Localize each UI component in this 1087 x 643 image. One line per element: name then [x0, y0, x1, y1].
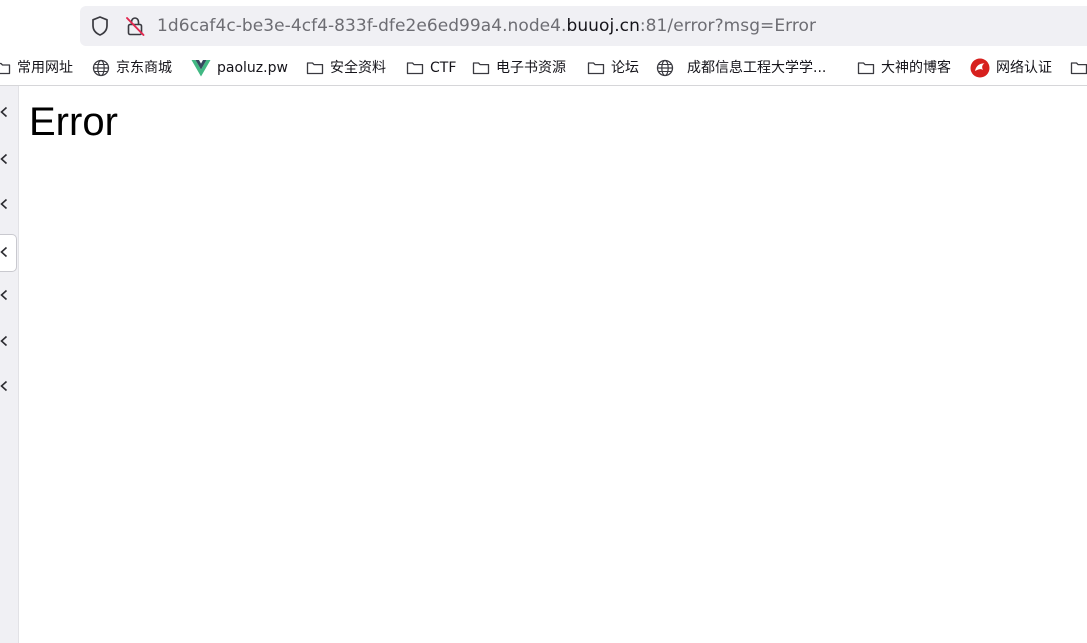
bookmark-label: 常用网址	[17, 60, 73, 76]
bookmark-folder-ctf[interactable]: CTF	[406, 57, 456, 79]
url-domain: buuoj.cn	[566, 16, 640, 36]
folder-icon	[306, 62, 324, 75]
error-heading: Error	[29, 100, 118, 144]
chevron-left-icon	[0, 153, 8, 165]
chevron-left-icon	[0, 246, 8, 258]
folder-icon	[0, 62, 11, 75]
chevron-left-icon	[0, 289, 8, 301]
browser-window: 1d6caf4c-be3e-4cf4-833f-dfe2e6ed99a4.nod…	[0, 0, 1087, 643]
folder-icon	[857, 62, 875, 75]
folder-icon	[406, 62, 424, 75]
bookmark-folder-overflow[interactable]	[1070, 57, 1087, 79]
bookmark-label: 大神的博客	[881, 60, 951, 76]
folder-icon	[1070, 62, 1087, 75]
sidebar-item-6[interactable]	[0, 374, 18, 398]
bookmark-label: 安全资料	[330, 60, 386, 76]
bookmark-paoluz[interactable]: paoluz.pw	[191, 57, 288, 79]
address-bar[interactable]: 1d6caf4c-be3e-4cf4-833f-dfe2e6ed99a4.nod…	[80, 6, 1087, 46]
collapsed-sidebar	[0, 86, 19, 643]
bookmark-label: 电子书资源	[496, 60, 566, 76]
page-content: Error	[19, 86, 1087, 643]
bookmark-jd-mall[interactable]: 京东商城	[92, 57, 172, 79]
bookmark-label: 论坛	[611, 60, 639, 76]
bookmark-label: paoluz.pw	[217, 60, 288, 76]
bookmark-folder-expert-blogs[interactable]: 大神的博客	[857, 57, 951, 79]
chevron-left-icon	[0, 335, 8, 347]
bookmark-label: CTF	[430, 60, 457, 76]
insecure-lock-icon[interactable]	[124, 15, 146, 37]
sidebar-item-active[interactable]	[0, 234, 17, 272]
chevron-left-icon	[0, 106, 8, 118]
sidebar-item-5[interactable]	[0, 329, 18, 353]
bookmark-folder-ebooks[interactable]: 电子书资源	[472, 57, 566, 79]
sidebar-item-1[interactable]	[0, 147, 18, 171]
shield-icon[interactable]	[90, 15, 110, 37]
sidebar-item-4[interactable]	[0, 283, 18, 307]
bookmarks-toolbar: 常用网址 京东商城 paoluz.pw 安全资料 CTF 电子书资源 论坛 成都…	[0, 52, 1087, 86]
navigation-toolbar: 1d6caf4c-be3e-4cf4-833f-dfe2e6ed99a4.nod…	[0, 0, 1087, 52]
globe-icon	[92, 59, 110, 77]
url-prefix: 1d6caf4c-be3e-4cf4-833f-dfe2e6ed99a4.nod…	[157, 16, 567, 36]
bookmark-folder-forum[interactable]: 论坛	[587, 57, 639, 79]
folder-icon	[472, 62, 490, 75]
bookmark-label: 成都信息工程大学学...	[687, 60, 827, 76]
bookmark-folder-common-sites[interactable]: 常用网址	[0, 57, 73, 79]
url-text[interactable]: 1d6caf4c-be3e-4cf4-833f-dfe2e6ed99a4.nod…	[157, 15, 816, 37]
bookmark-label: 网络认证	[996, 60, 1052, 76]
bookmark-label: 京东商城	[116, 60, 172, 76]
sidebar-collapse-button[interactable]	[0, 100, 18, 124]
chevron-left-icon	[0, 380, 8, 392]
globe-icon	[656, 59, 674, 77]
bookmark-cuit[interactable]: 成都信息工程大学学...	[656, 57, 826, 79]
red-logo-icon	[970, 58, 990, 78]
bookmark-folder-security[interactable]: 安全资料	[306, 57, 386, 79]
url-suffix: :81/error?msg=Error	[639, 16, 817, 36]
chevron-left-icon	[0, 198, 8, 210]
bookmark-network-auth[interactable]: 网络认证	[970, 57, 1052, 79]
folder-icon	[587, 62, 605, 75]
sidebar-item-2[interactable]	[0, 192, 18, 216]
vue-logo-icon	[191, 60, 211, 77]
